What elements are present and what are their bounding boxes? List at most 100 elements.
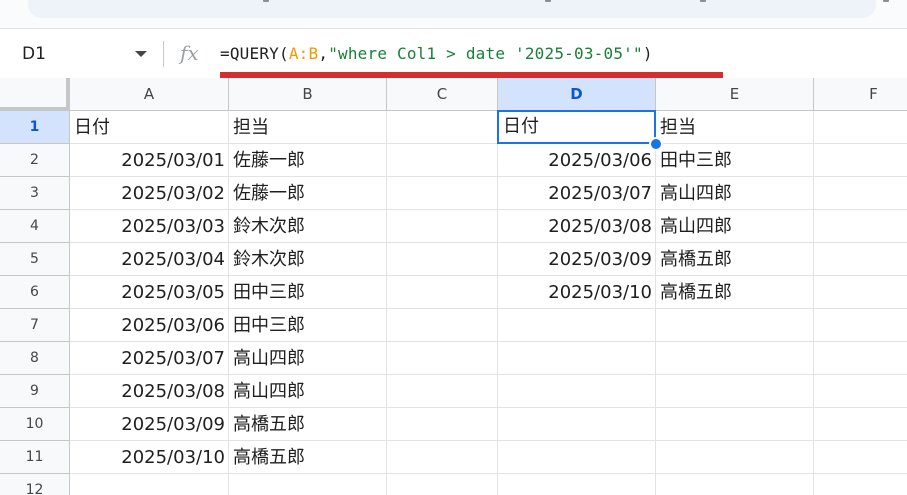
- cell-a3[interactable]: 2025/03/02: [70, 177, 229, 210]
- cell-e3[interactable]: 高山四郎: [656, 177, 814, 210]
- cell-a6[interactable]: 2025/03/05: [70, 276, 229, 309]
- toolbar-icon[interactable]: [263, 0, 269, 2]
- cell-c7[interactable]: [387, 309, 498, 342]
- cell-f6[interactable]: [814, 276, 907, 309]
- toolbar-icon[interactable]: [883, 0, 889, 2]
- cell-f12[interactable]: [814, 474, 907, 495]
- cell-a12[interactable]: [70, 474, 229, 495]
- column-header-e[interactable]: E: [656, 78, 814, 111]
- cell-f10[interactable]: [814, 408, 907, 441]
- column-header-d[interactable]: D: [498, 78, 656, 111]
- row-header-9[interactable]: 9: [0, 375, 70, 408]
- cell-c4[interactable]: [387, 210, 498, 243]
- cell-e10[interactable]: [656, 408, 814, 441]
- name-box[interactable]: D1: [0, 29, 163, 79]
- cell-d1[interactable]: 日付: [497, 110, 656, 144]
- cell-d12[interactable]: [498, 474, 656, 495]
- column-header-a[interactable]: A: [70, 78, 229, 111]
- column-header-f[interactable]: F: [814, 78, 907, 111]
- cell-b8[interactable]: 高山四郎: [229, 342, 387, 375]
- cell-b10[interactable]: 高橋五郎: [229, 408, 387, 441]
- row-header-12[interactable]: 12: [0, 474, 70, 495]
- cell-b6[interactable]: 田中三郎: [229, 276, 387, 309]
- cell-f9[interactable]: [814, 375, 907, 408]
- row-header-4[interactable]: 4: [0, 210, 70, 243]
- cell-a2[interactable]: 2025/03/01: [70, 144, 229, 177]
- cell-d3[interactable]: 2025/03/07: [498, 177, 656, 210]
- cell-b11[interactable]: 高橋五郎: [229, 441, 387, 474]
- row-header-7[interactable]: 7: [0, 309, 70, 342]
- cell-b1[interactable]: 担当: [229, 111, 387, 144]
- toolbar-icon[interactable]: [700, 0, 706, 2]
- row-header-2[interactable]: 2: [0, 144, 70, 177]
- chevron-down-icon[interactable]: [135, 51, 147, 57]
- cell-e1[interactable]: 担当: [656, 111, 814, 144]
- cell-e8[interactable]: [656, 342, 814, 375]
- formula-input[interactable]: =QUERY(A:B,"where Col1 > date '2025-03-0…: [220, 44, 653, 63]
- row-header-1[interactable]: 1: [0, 111, 70, 144]
- cell-c6[interactable]: [387, 276, 498, 309]
- cell-d2[interactable]: 2025/03/06: [498, 144, 656, 177]
- cell-a10[interactable]: 2025/03/09: [70, 408, 229, 441]
- cell-b12[interactable]: [229, 474, 387, 495]
- cell-c5[interactable]: [387, 243, 498, 276]
- cell-e7[interactable]: [656, 309, 814, 342]
- cell-c8[interactable]: [387, 342, 498, 375]
- cell-a4[interactable]: 2025/03/03: [70, 210, 229, 243]
- cell-e2[interactable]: 田中三郎: [656, 144, 814, 177]
- cell-f5[interactable]: [814, 243, 907, 276]
- cell-b3[interactable]: 佐藤一郎: [229, 177, 387, 210]
- cell-d10[interactable]: [498, 408, 656, 441]
- fill-handle[interactable]: [649, 137, 663, 151]
- cell-c1[interactable]: [387, 111, 498, 144]
- cell-c2[interactable]: [387, 144, 498, 177]
- cell-d9[interactable]: [498, 375, 656, 408]
- cell-d11[interactable]: [498, 441, 656, 474]
- cell-d7[interactable]: [498, 309, 656, 342]
- column-header-b[interactable]: B: [229, 78, 387, 111]
- cell-c3[interactable]: [387, 177, 498, 210]
- cell-e11[interactable]: [656, 441, 814, 474]
- cell-b5[interactable]: 鈴木次郎: [229, 243, 387, 276]
- row-header-6[interactable]: 6: [0, 276, 70, 309]
- toolbar-icon[interactable]: [545, 0, 551, 2]
- cell-f1[interactable]: [814, 111, 907, 144]
- row-header-3[interactable]: 3: [0, 177, 70, 210]
- column-header-c[interactable]: C: [387, 78, 498, 111]
- cell-b4[interactable]: 鈴木次郎: [229, 210, 387, 243]
- cell-d6[interactable]: 2025/03/10: [498, 276, 656, 309]
- cell-e12[interactable]: [656, 474, 814, 495]
- cell-e5[interactable]: 高橋五郎: [656, 243, 814, 276]
- row-header-11[interactable]: 11: [0, 441, 70, 474]
- cell-e6[interactable]: 高橋五郎: [656, 276, 814, 309]
- row-header-5[interactable]: 5: [0, 243, 70, 276]
- cell-a9[interactable]: 2025/03/08: [70, 375, 229, 408]
- cell-d5[interactable]: 2025/03/09: [498, 243, 656, 276]
- formula-prefix: =QUERY(: [220, 44, 289, 63]
- cell-d4[interactable]: 2025/03/08: [498, 210, 656, 243]
- row-header-10[interactable]: 10: [0, 408, 70, 441]
- select-all-corner[interactable]: [0, 78, 70, 111]
- cell-f7[interactable]: [814, 309, 907, 342]
- cell-f8[interactable]: [814, 342, 907, 375]
- cell-a5[interactable]: 2025/03/04: [70, 243, 229, 276]
- cell-b9[interactable]: 高山四郎: [229, 375, 387, 408]
- cell-f4[interactable]: [814, 210, 907, 243]
- cell-c10[interactable]: [387, 408, 498, 441]
- cell-d8[interactable]: [498, 342, 656, 375]
- cell-a7[interactable]: 2025/03/06: [70, 309, 229, 342]
- cell-e9[interactable]: [656, 375, 814, 408]
- cell-f2[interactable]: [814, 144, 907, 177]
- cell-c11[interactable]: [387, 441, 498, 474]
- cell-c12[interactable]: [387, 474, 498, 495]
- cell-f3[interactable]: [814, 177, 907, 210]
- cell-a1[interactable]: 日付: [70, 111, 229, 144]
- row-header-8[interactable]: 8: [0, 342, 70, 375]
- cell-f11[interactable]: [814, 441, 907, 474]
- cell-a11[interactable]: 2025/03/10: [70, 441, 229, 474]
- cell-e4[interactable]: 高山四郎: [656, 210, 814, 243]
- cell-b2[interactable]: 佐藤一郎: [229, 144, 387, 177]
- cell-c9[interactable]: [387, 375, 498, 408]
- cell-b7[interactable]: 田中三郎: [229, 309, 387, 342]
- cell-a8[interactable]: 2025/03/07: [70, 342, 229, 375]
